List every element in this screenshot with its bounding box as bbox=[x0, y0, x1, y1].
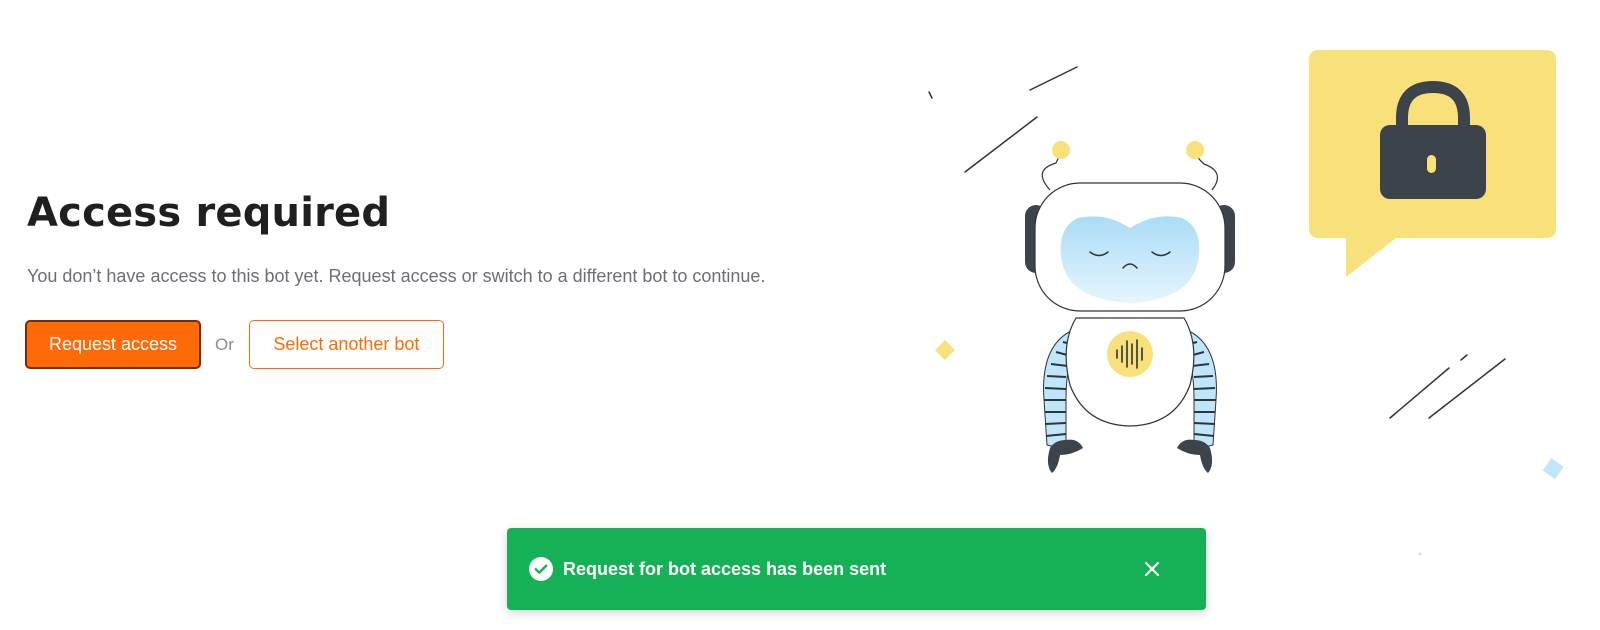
lock-speech-bubble bbox=[1309, 50, 1556, 277]
close-icon[interactable] bbox=[1141, 558, 1163, 580]
action-bar: Request access Or Select another bot bbox=[25, 320, 847, 369]
lock-icon bbox=[1380, 80, 1486, 199]
success-toast: Request for bot access has been sent bbox=[507, 528, 1206, 610]
select-another-bot-button[interactable]: Select another bot bbox=[248, 320, 444, 369]
decorative-strokes bbox=[928, 66, 1506, 419]
blue-diamond-shape bbox=[1542, 458, 1564, 480]
access-required-panel: Access required You don’t have access to… bbox=[25, 190, 847, 369]
robot-figure bbox=[1025, 141, 1235, 473]
yellow-diamond-shape bbox=[935, 340, 955, 360]
access-required-page: Access required You don’t have access to… bbox=[0, 0, 1600, 630]
check-circle-icon bbox=[529, 557, 553, 581]
sound-wave-icon bbox=[1116, 339, 1143, 369]
toast-message: Request for bot access has been sent bbox=[563, 558, 887, 579]
page-message: You don’t have access to this bot yet. R… bbox=[27, 266, 766, 286]
request-access-button[interactable]: Request access bbox=[25, 320, 201, 369]
page-title: Access required bbox=[27, 190, 391, 236]
or-separator: Or bbox=[215, 334, 234, 354]
